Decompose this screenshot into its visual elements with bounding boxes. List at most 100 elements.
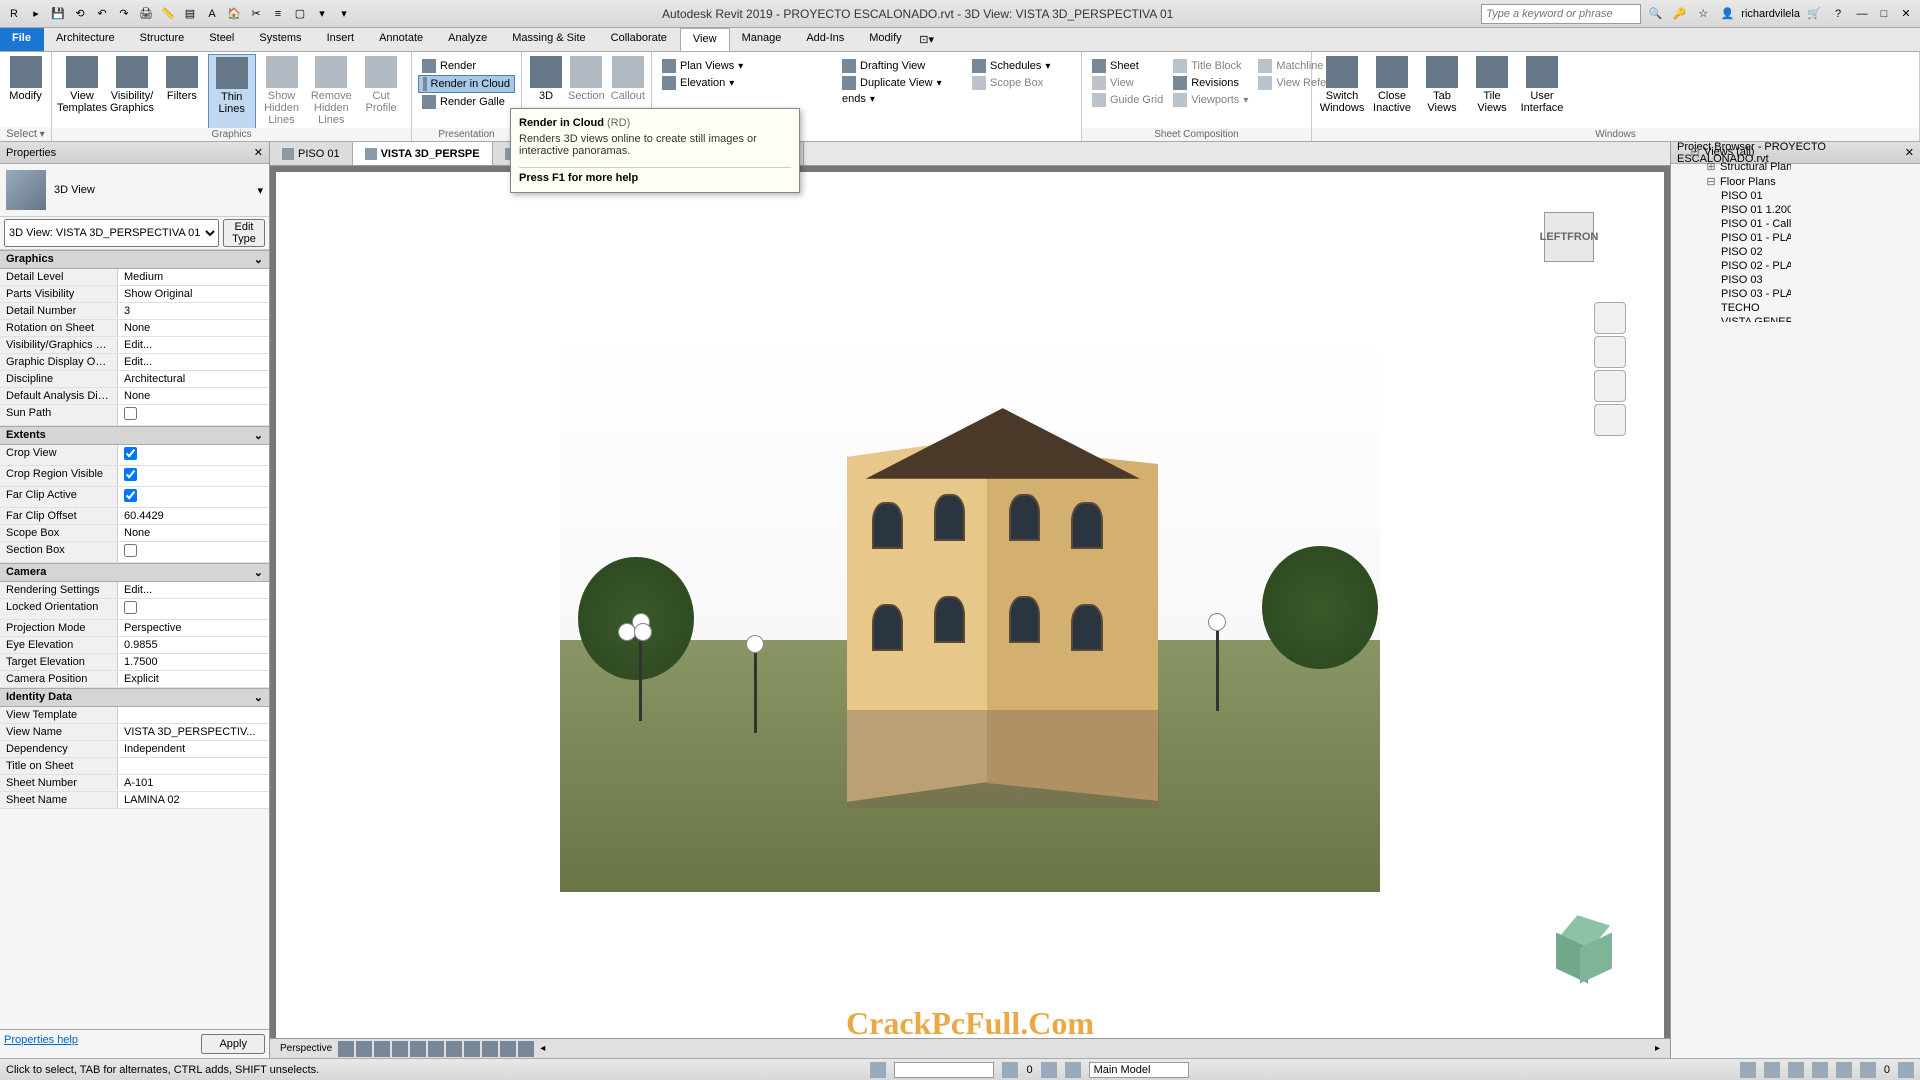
- edit-type-button[interactable]: Edit Type: [223, 219, 265, 247]
- property-value[interactable]: [118, 445, 269, 465]
- tab-systems[interactable]: Systems: [247, 28, 314, 51]
- tab-steel[interactable]: Steel: [197, 28, 247, 51]
- close-icon[interactable]: ✕: [1896, 5, 1916, 23]
- properties-help-link[interactable]: Properties help: [4, 1034, 78, 1054]
- property-checkbox[interactable]: [124, 407, 137, 420]
- type-selector[interactable]: 3D View ▾: [0, 164, 269, 217]
- tree-group[interactable]: ⊟ Floor Plans: [1673, 174, 1789, 189]
- tab-analyze[interactable]: Analyze: [436, 28, 500, 51]
- title-block-button[interactable]: Title Block: [1169, 58, 1252, 74]
- minimize-icon[interactable]: —: [1852, 5, 1872, 23]
- tree-item[interactable]: TECHO: [1673, 301, 1789, 315]
- tab-massing-site[interactable]: Massing & Site: [500, 28, 598, 51]
- property-value[interactable]: Independent: [118, 741, 269, 757]
- tree-item[interactable]: PISO 01 - Callout 1: [1673, 217, 1789, 231]
- switch-windows-button[interactable]: Switch Windows: [1318, 54, 1366, 139]
- design-option-selector[interactable]: Main Model: [1089, 1062, 1189, 1078]
- instance-selector[interactable]: 3D View: VISTA 3D_PERSPECTIVA 01: [4, 219, 219, 247]
- property-value[interactable]: None: [118, 320, 269, 336]
- sync-icon[interactable]: ⟲: [70, 4, 90, 24]
- steering-wheel-icon[interactable]: [1594, 302, 1626, 334]
- tab-architecture[interactable]: Architecture: [44, 28, 128, 51]
- render-gallery-button[interactable]: Render Galle: [418, 94, 515, 110]
- redo-icon[interactable]: ↷: [114, 4, 134, 24]
- tab-insert[interactable]: Insert: [315, 28, 368, 51]
- property-value[interactable]: Edit...: [118, 337, 269, 353]
- switch-icon[interactable]: ▾: [312, 4, 332, 24]
- property-value[interactable]: 0.9855: [118, 637, 269, 653]
- editable-icon[interactable]: [1002, 1062, 1018, 1078]
- property-value[interactable]: [118, 405, 269, 425]
- default3d-icon[interactable]: 🏠: [224, 4, 244, 24]
- select-links-icon[interactable]: [1740, 1062, 1756, 1078]
- property-checkbox[interactable]: [124, 544, 137, 557]
- property-value[interactable]: [118, 542, 269, 562]
- select-pinned-icon[interactable]: [1788, 1062, 1804, 1078]
- scroll-left-icon[interactable]: ◂: [536, 1043, 549, 1054]
- filter-icon[interactable]: [1041, 1062, 1057, 1078]
- plan-views-button[interactable]: Plan Views ▾: [658, 58, 826, 74]
- tab-file[interactable]: File: [0, 28, 44, 51]
- tab-structure[interactable]: Structure: [128, 28, 198, 51]
- remove-hidden-button[interactable]: Remove Hidden Lines: [307, 54, 355, 139]
- tab-collaborate[interactable]: Collaborate: [599, 28, 680, 51]
- render-dialog-icon[interactable]: [428, 1041, 444, 1057]
- lock-icon[interactable]: [482, 1041, 498, 1057]
- cart-icon[interactable]: 🛒: [1804, 4, 1824, 24]
- viewports-button[interactable]: Viewports ▾: [1169, 92, 1252, 108]
- select-face-icon[interactable]: [1812, 1062, 1828, 1078]
- tab-view[interactable]: View: [680, 28, 730, 51]
- property-value[interactable]: Architectural: [118, 371, 269, 387]
- select-underlay-icon[interactable]: [1764, 1062, 1780, 1078]
- crop-region-icon[interactable]: [464, 1041, 480, 1057]
- revisions-button[interactable]: Revisions: [1169, 75, 1252, 91]
- section-icon[interactable]: ✂: [246, 4, 266, 24]
- open-icon[interactable]: ▸: [26, 4, 46, 24]
- crop-icon[interactable]: [446, 1041, 462, 1057]
- favorite-icon[interactable]: ☆: [1693, 4, 1713, 24]
- properties-close-icon[interactable]: ✕: [254, 146, 263, 159]
- reveal-icon[interactable]: [518, 1041, 534, 1057]
- duplicate-view-button[interactable]: Duplicate View ▾: [838, 75, 956, 91]
- properties-header[interactable]: Properties ✕: [0, 142, 269, 164]
- sun-icon[interactable]: [392, 1041, 408, 1057]
- cut-profile-button[interactable]: Cut Profile: [357, 54, 405, 139]
- text-icon[interactable]: A: [202, 4, 222, 24]
- tab-annotate[interactable]: Annotate: [367, 28, 436, 51]
- property-value[interactable]: [118, 707, 269, 723]
- property-value[interactable]: VISTA 3D_PERSPECTIV...: [118, 724, 269, 740]
- property-value[interactable]: LAMINA 02: [118, 792, 269, 808]
- scale-icon[interactable]: [338, 1041, 354, 1057]
- property-value[interactable]: None: [118, 388, 269, 404]
- property-value[interactable]: Edit...: [118, 354, 269, 370]
- pan-icon[interactable]: [1594, 336, 1626, 368]
- drag-elements-icon[interactable]: [1836, 1062, 1852, 1078]
- tab-add-ins[interactable]: Add-Ins: [794, 28, 857, 51]
- scroll-right-icon[interactable]: ▸: [1651, 1043, 1664, 1054]
- legends-button[interactable]: ends ▾: [838, 92, 956, 106]
- worksets-icon[interactable]: [870, 1062, 886, 1078]
- align-icon[interactable]: ▤: [180, 4, 200, 24]
- tree-item[interactable]: VISTA GENERAL: [1673, 315, 1789, 322]
- view-templates-button[interactable]: View Templates: [58, 54, 106, 139]
- show-hidden-button[interactable]: Show Hidden Lines: [258, 54, 306, 139]
- drafting-view-button[interactable]: Drafting View: [838, 58, 956, 74]
- thinlines-icon[interactable]: ≡: [268, 4, 288, 24]
- view-mode-label[interactable]: Perspective: [276, 1043, 336, 1054]
- visual-style-icon[interactable]: [374, 1041, 390, 1057]
- prop-section-header[interactable]: Extents⌄: [0, 426, 269, 445]
- qat-dropdown-icon[interactable]: ▾: [334, 4, 354, 24]
- search-icon[interactable]: 🔍: [1645, 4, 1665, 24]
- property-checkbox[interactable]: [124, 447, 137, 460]
- tree-item[interactable]: PISO 02 - PLANTA: [1673, 259, 1789, 273]
- property-value[interactable]: Medium: [118, 269, 269, 285]
- tab-views-button[interactable]: Tab Views: [1418, 54, 1466, 139]
- design-options-icon[interactable]: [1065, 1062, 1081, 1078]
- property-value[interactable]: [118, 466, 269, 486]
- user-interface-button[interactable]: User Interface: [1518, 54, 1566, 139]
- visibility-button[interactable]: Visibility/ Graphics: [108, 54, 156, 139]
- browser-close-icon[interactable]: ✕: [1905, 146, 1914, 159]
- property-value[interactable]: 1.7500: [118, 654, 269, 670]
- revit-logo-icon[interactable]: R: [4, 4, 24, 24]
- shadow-icon[interactable]: [410, 1041, 426, 1057]
